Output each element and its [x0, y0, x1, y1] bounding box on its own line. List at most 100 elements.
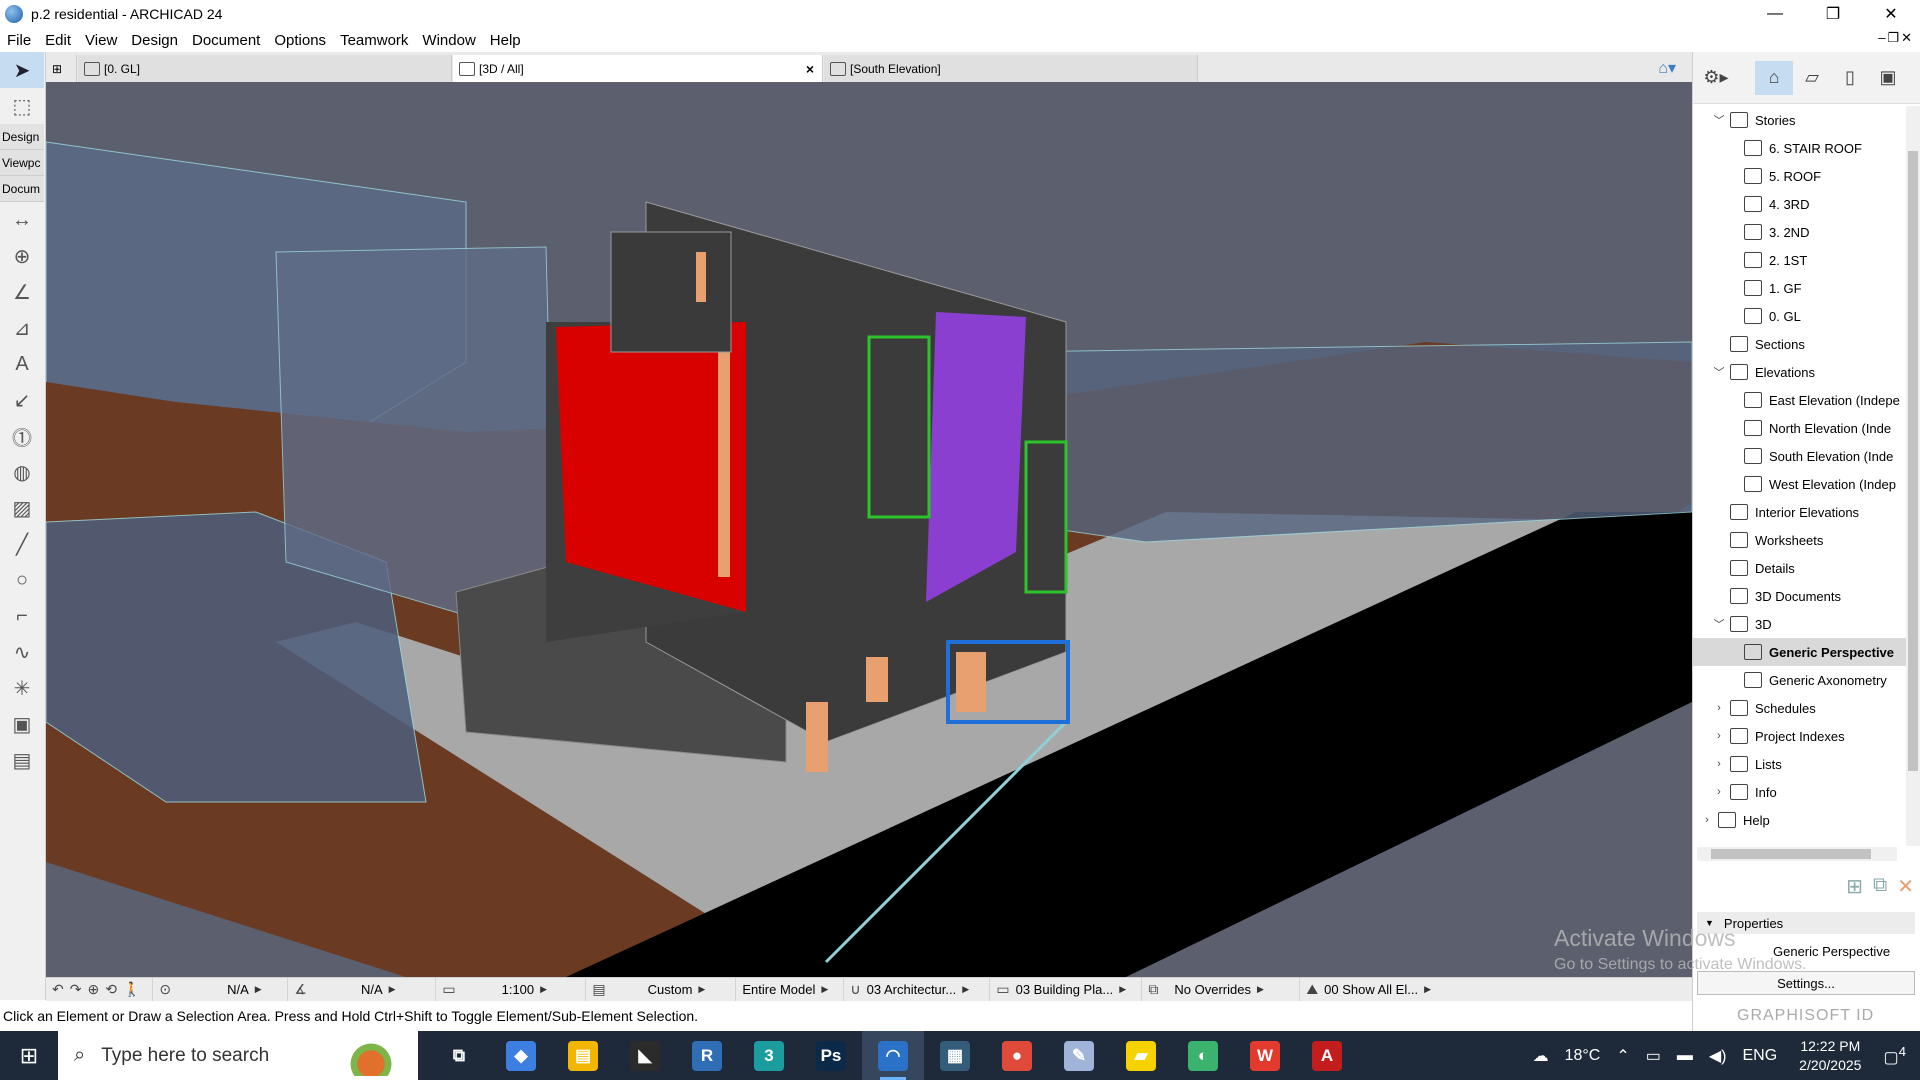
taskbar-app-edge[interactable]: ◐: [1172, 1031, 1234, 1080]
taskbar-app-revit[interactable]: R: [676, 1031, 738, 1080]
taskbar-app-acrobat[interactable]: A: [1296, 1031, 1358, 1080]
tree-item-info[interactable]: › Info: [1693, 778, 1907, 806]
pen-set-field[interactable]: ∪ 03 Architectur... ▶: [844, 977, 991, 1002]
tree-expander-icon[interactable]: ›: [1713, 702, 1725, 714]
marquee-icon[interactable]: ⬚: [0, 88, 44, 124]
delete-icon[interactable]: ✕: [1897, 874, 1914, 899]
label-icon[interactable]: ↙: [0, 382, 44, 418]
close-button[interactable]: ✕: [1862, 0, 1920, 28]
chevron-up-icon[interactable]: ⌃: [1616, 1046, 1629, 1066]
tree-item-3d[interactable]: ﹀ 3D: [1693, 610, 1907, 638]
text-icon[interactable]: A: [0, 346, 44, 382]
tree-item-west-elevation-indep[interactable]: West Elevation (Indep: [1693, 470, 1907, 498]
tree-expander-icon[interactable]: ›: [1713, 730, 1725, 742]
menu-edit[interactable]: Edit: [38, 32, 78, 49]
taskbar-app-file-explorer[interactable]: ▤: [552, 1031, 614, 1080]
taskbar-app-3ds-max[interactable]: 3: [738, 1031, 800, 1080]
dimension-icon[interactable]: ↔: [0, 202, 44, 238]
tree-expander-icon[interactable]: ﹀: [1713, 364, 1725, 380]
publisher-sets-icon[interactable]: ▣: [1869, 61, 1907, 95]
tree-item-stories[interactable]: ﹀ Stories: [1693, 106, 1907, 134]
volume-icon[interactable]: ◀): [1709, 1046, 1727, 1066]
taskbar-app-chrome[interactable]: ●: [986, 1031, 1048, 1080]
tree-item-6-stair-roof[interactable]: 6. STAIR ROOF: [1693, 134, 1907, 162]
clock[interactable]: 12:22 PM 2/20/2025: [1799, 1037, 1861, 1075]
taskbar-app-task-view[interactable]: ⧉: [428, 1031, 490, 1080]
arrow-select-icon[interactable]: ➤: [0, 52, 44, 88]
tab-south-elevation[interactable]: [South Elevation]: [824, 55, 1198, 82]
taskbar-search[interactable]: ⌕ Type here to search: [58, 1031, 418, 1080]
tree-expander-icon[interactable]: ﹀: [1713, 112, 1725, 128]
marker-icon[interactable]: ⓵: [0, 418, 44, 454]
view-navigation-icon[interactable]: ⌂▾: [1658, 58, 1676, 78]
hotspot-icon[interactable]: ✳: [0, 670, 44, 706]
language-indicator[interactable]: ENG: [1742, 1047, 1777, 1065]
layout-book-icon[interactable]: ▯: [1831, 61, 1869, 95]
taskbar-app-photoshop[interactable]: Ps: [800, 1031, 862, 1080]
menu-design[interactable]: Design: [124, 32, 185, 49]
taskbar-app-archicad[interactable]: ◠: [862, 1031, 924, 1080]
weather-icon[interactable]: ☁: [1533, 1046, 1549, 1066]
navigator-vertical-scrollbar[interactable]: [1906, 106, 1920, 846]
toolbox-tab-viewpoint[interactable]: Viewpc: [0, 150, 44, 176]
tree-item-lists[interactable]: › Lists: [1693, 750, 1907, 778]
tree-item-project-indexes[interactable]: › Project Indexes: [1693, 722, 1907, 750]
settings-button[interactable]: Settings...: [1697, 971, 1915, 995]
tree-item-2-1st[interactable]: 2. 1ST: [1693, 246, 1907, 274]
figure-icon[interactable]: ▣: [0, 706, 44, 742]
tree-item-schedules[interactable]: › Schedules: [1693, 694, 1907, 722]
explore-icon[interactable]: 🚶: [123, 981, 140, 998]
fill-icon[interactable]: ◍: [0, 454, 44, 490]
weather-temp[interactable]: 18°C: [1565, 1047, 1601, 1065]
angle-field[interactable]: ∡ N/A ▶: [288, 977, 437, 1002]
tree-item-3-2nd[interactable]: 3. 2ND: [1693, 218, 1907, 246]
tab-floor-plan[interactable]: [0. GL]: [78, 55, 452, 82]
view-map-icon[interactable]: ▱: [1793, 61, 1831, 95]
navigator-options-icon[interactable]: ⚙▸: [1697, 61, 1735, 95]
menu-document[interactable]: Document: [185, 32, 267, 49]
zoom-in-icon[interactable]: ⊕: [87, 981, 99, 998]
tree-item-help[interactable]: › Help: [1693, 806, 1907, 834]
menu-teamwork[interactable]: Teamwork: [333, 32, 415, 49]
hatch-icon[interactable]: ▨: [0, 490, 44, 526]
radial-dimension-icon[interactable]: ⊕: [0, 238, 44, 274]
tree-item-north-elevation-inde[interactable]: North Elevation (Inde: [1693, 414, 1907, 442]
taskbar-app-paint[interactable]: ✎: [1048, 1031, 1110, 1080]
graphisoft-id[interactable]: GRAPHISOFT ID: [1697, 1002, 1915, 1030]
tree-item-0-gl[interactable]: 0. GL: [1693, 302, 1907, 330]
polyline-icon[interactable]: ⌐: [0, 598, 44, 634]
overrides-field[interactable]: ⧉ No Overrides ▶: [1142, 977, 1301, 1002]
notification-center-icon[interactable]: ▢4: [1883, 1044, 1906, 1067]
layers-field[interactable]: ⛰ 00 Show All El... ▶: [1300, 978, 1440, 1002]
taskbar-app-sketchup[interactable]: ◣: [614, 1031, 676, 1080]
tree-item-5-roof[interactable]: 5. ROOF: [1693, 162, 1907, 190]
angle-dimension-icon[interactable]: ∠: [0, 274, 44, 310]
menu-view[interactable]: View: [78, 32, 124, 49]
3d-viewport[interactable]: [46, 82, 1692, 977]
undo-view-icon[interactable]: ↶: [52, 981, 64, 998]
tree-expander-icon[interactable]: ›: [1713, 786, 1725, 798]
scale-field[interactable]: ▭ 1:100 ▶: [436, 977, 587, 1002]
tree-item-elevations[interactable]: ﹀ Elevations: [1693, 358, 1907, 386]
tree-item-4-3rd[interactable]: 4. 3RD: [1693, 190, 1907, 218]
new-view-icon[interactable]: ⊞: [1846, 874, 1863, 899]
menu-window[interactable]: Window: [415, 32, 482, 49]
drawing-icon[interactable]: ▤: [0, 742, 44, 778]
tree-item-south-elevation-inde[interactable]: South Elevation (Inde: [1693, 442, 1907, 470]
toolbox-tab-design[interactable]: Design: [0, 124, 44, 150]
spline-icon[interactable]: ∿: [0, 634, 44, 670]
taskbar-app-autocad-viewer[interactable]: ▦: [924, 1031, 986, 1080]
tree-item-interior-elevations[interactable]: Interior Elevations: [1693, 498, 1907, 526]
orbit-icon[interactable]: ⟲: [105, 981, 117, 998]
grid-view-icon[interactable]: ⊞: [46, 55, 77, 82]
tree-item-3d-documents[interactable]: 3D Documents: [1693, 582, 1907, 610]
model-view-field[interactable]: ▭ 03 Building Pla... ▶: [990, 977, 1143, 1002]
menu-file[interactable]: File: [0, 32, 38, 49]
tree-item-1-gf[interactable]: 1. GF: [1693, 274, 1907, 302]
tree-expander-icon[interactable]: ﹀: [1713, 616, 1725, 632]
line-icon[interactable]: ╱: [0, 526, 44, 562]
tab-close-icon[interactable]: ×: [806, 61, 814, 77]
toolbox-tab-document[interactable]: Docum: [0, 176, 44, 202]
tree-item-generic-perspective[interactable]: Generic Perspective: [1693, 638, 1907, 666]
taskbar-app-wps-office[interactable]: W: [1234, 1031, 1296, 1080]
